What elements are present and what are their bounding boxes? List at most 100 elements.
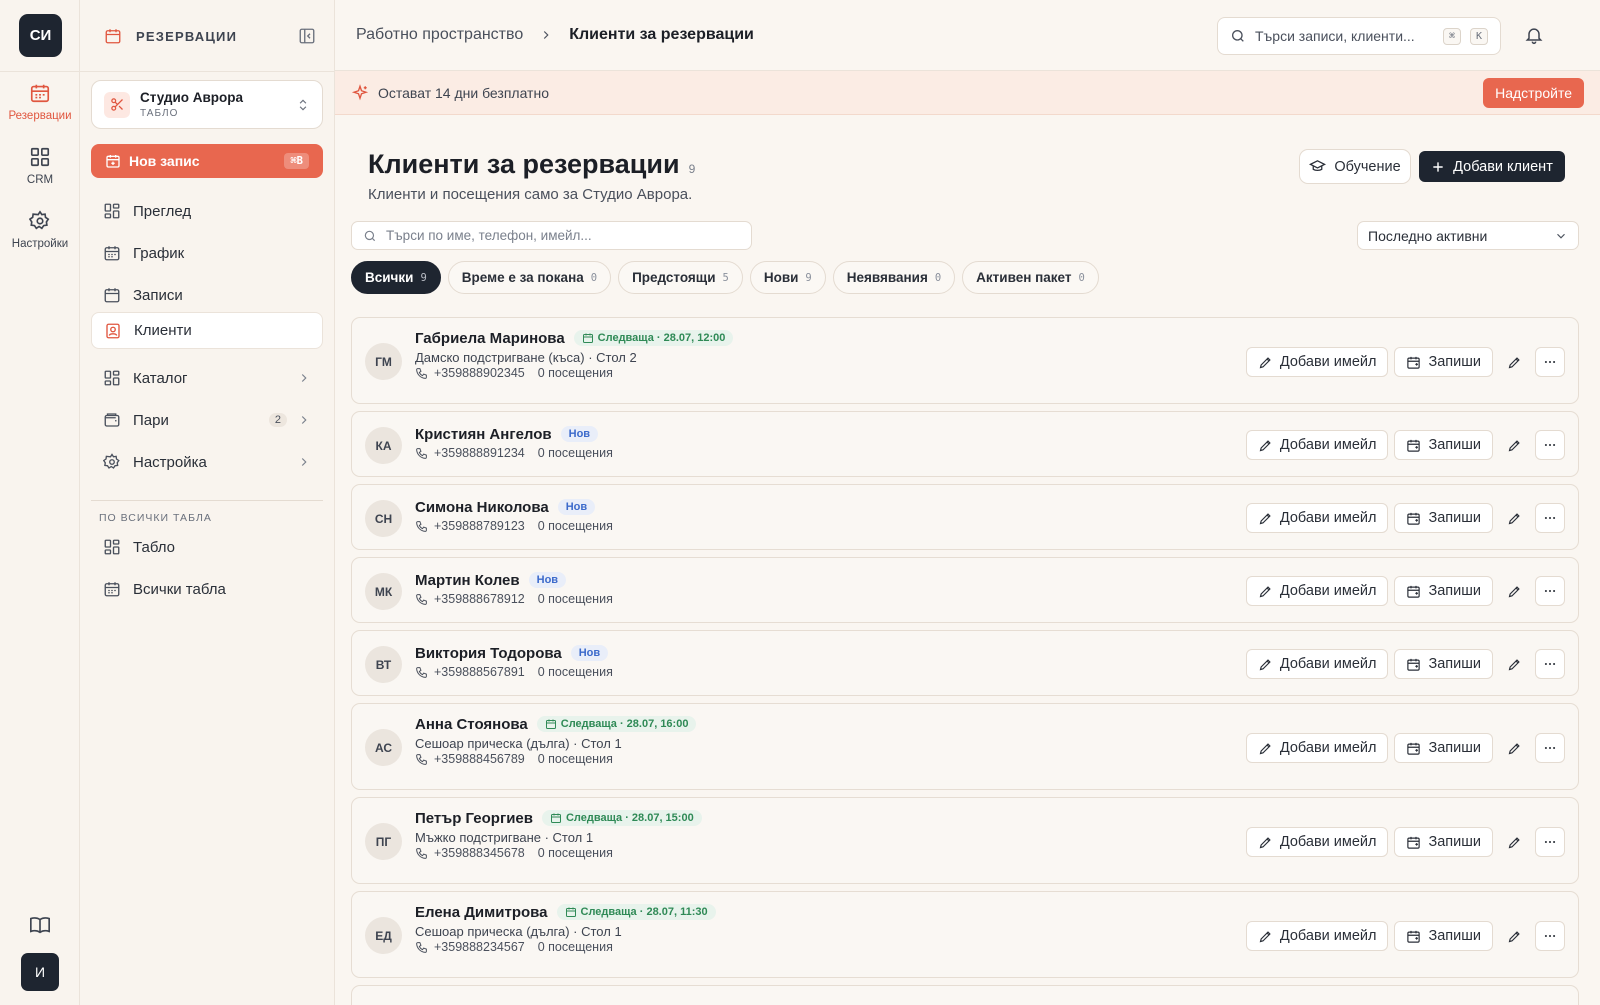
more-options-button[interactable] bbox=[1535, 733, 1565, 763]
client-name[interactable]: Габриела Маринова bbox=[415, 330, 565, 347]
workspace-logo[interactable]: СИ bbox=[19, 14, 62, 57]
client-info: Кристиян Ангелов Нов +359888891234 0 посеще… bbox=[415, 423, 613, 461]
new-booking-button[interactable]: Нов запис ⌘B bbox=[91, 144, 323, 178]
divider bbox=[0, 71, 80, 72]
filter-active-package[interactable]: Активен пакет 0 bbox=[962, 261, 1099, 294]
avatar: КА bbox=[365, 427, 402, 464]
book-button[interactable]: Запиши bbox=[1394, 827, 1493, 857]
client-name[interactable]: Мартин Колев bbox=[415, 572, 520, 589]
client-card[interactable]: МК Мартин Колев Нов +359888678912 0 посещени… bbox=[351, 557, 1579, 623]
edit-client-button[interactable] bbox=[1499, 503, 1529, 533]
edit-client-button[interactable] bbox=[1499, 430, 1529, 460]
client-card[interactable] bbox=[351, 985, 1579, 1005]
add-email-label: Добави имейл bbox=[1279, 354, 1377, 370]
studio-subtitle: ТАБЛО bbox=[140, 108, 179, 119]
client-card[interactable]: ПГ Петър Георгиев Следваща · 28.07, 15:00 М… bbox=[351, 797, 1579, 884]
add-email-button[interactable]: Добави имейл bbox=[1245, 921, 1389, 951]
studio-switcher[interactable]: Студио Аврора ТАБЛО bbox=[91, 80, 323, 129]
book-button[interactable]: Запиши bbox=[1394, 649, 1493, 679]
add-email-button[interactable]: Добави имейл bbox=[1245, 649, 1389, 679]
edit-client-button[interactable] bbox=[1499, 921, 1529, 951]
filter-upcoming[interactable]: Предстоящи 5 bbox=[618, 261, 743, 294]
sidebar-item-board[interactable]: Табло bbox=[91, 528, 323, 566]
sidebar-item-money[interactable]: Пари 2 bbox=[91, 401, 323, 439]
chevron-down-icon bbox=[1554, 229, 1568, 243]
client-info: Анна Стоянова Следваща · 28.07, 16:00 Сешо… bbox=[415, 713, 697, 766]
book-button[interactable]: Запиши bbox=[1394, 430, 1493, 460]
filter-no-shows[interactable]: Неявявания 0 bbox=[832, 261, 956, 294]
client-card[interactable]: КА Кристиян Ангелов Нов +359888891234 0 посе… bbox=[351, 411, 1579, 477]
client-card[interactable]: ВТ Виктория Тодорова Нов +359888567891 0 пос… bbox=[351, 630, 1579, 696]
client-search-input[interactable]: Търси по име, телефон, имейл... bbox=[351, 221, 752, 250]
add-email-button[interactable]: Добави имейл bbox=[1245, 827, 1389, 857]
filter-all[interactable]: Всички 9 bbox=[351, 261, 441, 294]
rail-item-reservations[interactable]: Резервации bbox=[0, 82, 80, 122]
client-card[interactable]: ЕД Елена Димитрова Следваща · 28.07, 11:30… bbox=[351, 891, 1579, 978]
breadcrumb-workspace[interactable]: Работно пространство bbox=[356, 26, 523, 44]
rail-item-settings[interactable]: Настройки bbox=[0, 210, 80, 250]
book-button[interactable]: Запиши bbox=[1394, 576, 1493, 606]
rail-item-crm[interactable]: CRM bbox=[0, 146, 80, 186]
add-email-button[interactable]: Добави имейл bbox=[1245, 503, 1389, 533]
calendar-plus-icon bbox=[1406, 929, 1421, 944]
sidebar-item-schedule[interactable]: График bbox=[91, 234, 323, 272]
book-button[interactable]: Запиши bbox=[1394, 503, 1493, 533]
sidebar-item-overview[interactable]: Преглед bbox=[91, 192, 323, 230]
sidebar-item-setup[interactable]: Настройка bbox=[91, 443, 323, 481]
edit-client-button[interactable] bbox=[1499, 827, 1529, 857]
add-client-button[interactable]: Добави клиент bbox=[1419, 151, 1565, 182]
filter-new[interactable]: Нови 9 bbox=[749, 261, 826, 294]
filter-time-to-invite[interactable]: Време е за покана 0 bbox=[447, 261, 612, 294]
dashboard-icon bbox=[104, 370, 120, 386]
notifications-button[interactable] bbox=[1524, 25, 1544, 45]
filter-label: Всички bbox=[365, 270, 414, 285]
client-name[interactable]: Елена Димитрова bbox=[415, 904, 548, 921]
add-email-button[interactable]: Добави имейл bbox=[1245, 576, 1389, 606]
docs-button[interactable] bbox=[29, 914, 51, 936]
client-card[interactable]: АС Анна Стоянова Следваща · 28.07, 16:00 Се… bbox=[351, 703, 1579, 790]
client-name[interactable]: Виктория Тодорова bbox=[415, 645, 562, 662]
book-button[interactable]: Запиши bbox=[1394, 921, 1493, 951]
more-options-button[interactable] bbox=[1535, 430, 1565, 460]
client-name[interactable]: Кристиян Ангелов bbox=[415, 426, 552, 443]
more-options-button[interactable] bbox=[1535, 827, 1565, 857]
client-info: Петър Георгиев Следваща · 28.07, 15:00 Мъж… bbox=[415, 807, 702, 860]
avatar: МК bbox=[365, 573, 402, 610]
edit-client-button[interactable] bbox=[1499, 576, 1529, 606]
book-button[interactable]: Запиши bbox=[1394, 733, 1493, 763]
tutorial-button[interactable]: Обучение bbox=[1299, 149, 1411, 184]
add-email-button[interactable]: Добави имейл bbox=[1245, 733, 1389, 763]
edit-client-button[interactable] bbox=[1499, 733, 1529, 763]
client-name[interactable]: Петър Георгиев bbox=[415, 810, 533, 827]
client-name[interactable]: Анна Стоянова bbox=[415, 716, 528, 733]
sidebar-item-bookings[interactable]: Записи bbox=[91, 276, 323, 314]
search-placeholder: Търси записи, клиенти... bbox=[1255, 28, 1415, 44]
ellipsis-icon bbox=[1543, 657, 1557, 671]
scissors-icon bbox=[104, 91, 130, 118]
book-button[interactable]: Запиши bbox=[1394, 347, 1493, 377]
more-options-button[interactable] bbox=[1535, 503, 1565, 533]
next-visit-text: Следваща · 28.07, 12:00 bbox=[597, 332, 726, 344]
global-search-input[interactable]: Търси записи, клиенти... ⌘ K bbox=[1217, 17, 1501, 55]
add-email-button[interactable]: Добави имейл bbox=[1245, 430, 1389, 460]
client-card[interactable]: ГМ Габриела Маринова Следваща · 28.07, 12:… bbox=[351, 317, 1579, 404]
sort-select[interactable]: Последно активни bbox=[1357, 221, 1579, 250]
more-options-button[interactable] bbox=[1535, 921, 1565, 951]
sidebar-item-clients[interactable]: Клиенти bbox=[91, 312, 323, 349]
client-card[interactable]: СН Симона Николова Нов +359888789123 0 посещ… bbox=[351, 484, 1579, 550]
upgrade-button[interactable]: Надстройте bbox=[1483, 78, 1584, 108]
sidebar-item-catalog[interactable]: Каталог bbox=[91, 359, 323, 397]
more-options-button[interactable] bbox=[1535, 649, 1565, 679]
more-options-button[interactable] bbox=[1535, 576, 1565, 606]
add-email-button[interactable]: Добави имейл bbox=[1245, 347, 1389, 377]
rail-item-label: Настройки bbox=[11, 238, 69, 250]
more-options-button[interactable] bbox=[1535, 347, 1565, 377]
ellipsis-icon bbox=[1543, 741, 1557, 755]
collapse-sidebar-button[interactable] bbox=[298, 27, 316, 45]
client-name[interactable]: Симона Николова bbox=[415, 499, 549, 516]
edit-client-button[interactable] bbox=[1499, 347, 1529, 377]
edit-client-button[interactable] bbox=[1499, 649, 1529, 679]
user-avatar[interactable]: И bbox=[21, 953, 59, 991]
tutorial-label: Обучение bbox=[1334, 158, 1401, 175]
sidebar-item-all-boards[interactable]: Всички табла bbox=[91, 570, 323, 608]
